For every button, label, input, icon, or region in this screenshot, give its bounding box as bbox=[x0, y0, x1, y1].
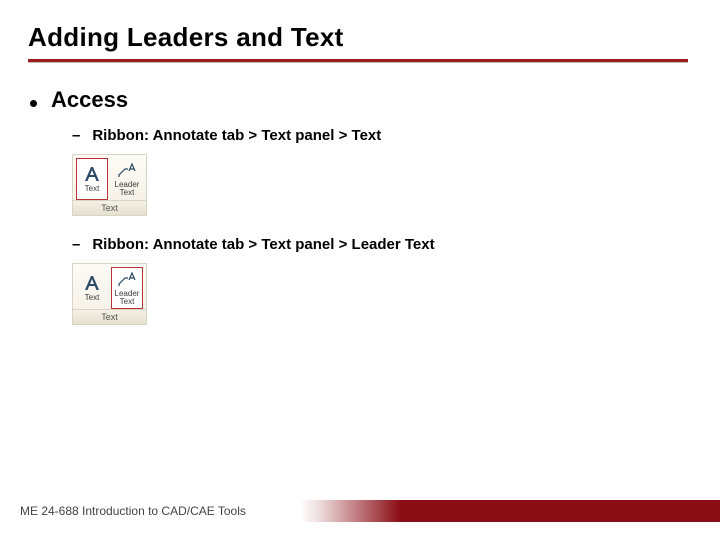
text-icon bbox=[82, 274, 102, 292]
text-panel-0: Text Leader Text Text bbox=[72, 154, 147, 216]
footer-band bbox=[300, 500, 720, 522]
text-panel-1: Text Leader Text Text bbox=[72, 263, 147, 325]
text-button-label-1: Text bbox=[85, 294, 100, 302]
bullet-dot bbox=[30, 100, 37, 107]
leader-text-button-1[interactable]: Leader Text bbox=[111, 267, 143, 309]
footer-text: ME 24-688 Introduction to CAD/CAE Tools bbox=[0, 504, 246, 518]
leader-text-button-label-1: Leader Text bbox=[115, 290, 140, 306]
leader-text-icon bbox=[117, 270, 137, 288]
footer: ME 24-688 Introduction to CAD/CAE Tools bbox=[0, 500, 720, 522]
text-button-label-0: Text bbox=[85, 185, 100, 193]
text-button-1[interactable]: Text bbox=[76, 267, 108, 309]
panel-caption-1: Text bbox=[73, 309, 146, 324]
leader-text-button-label-0: Leader Text bbox=[115, 181, 140, 197]
leader-text-button-0[interactable]: Leader Text bbox=[111, 158, 143, 200]
panel-caption-0: Text bbox=[73, 200, 146, 215]
section-heading: Access bbox=[51, 87, 128, 113]
dash-icon: – bbox=[72, 127, 80, 144]
ribbon-path-0: Ribbon: Annotate tab > Text panel > Text bbox=[92, 127, 381, 144]
leader-text-icon bbox=[117, 161, 137, 179]
slide-title: Adding Leaders and Text bbox=[28, 22, 720, 53]
ribbon-path-1: Ribbon: Annotate tab > Text panel > Lead… bbox=[92, 236, 434, 253]
text-button-0[interactable]: Text bbox=[76, 158, 108, 200]
text-icon bbox=[82, 165, 102, 183]
dash-icon: – bbox=[72, 236, 80, 253]
